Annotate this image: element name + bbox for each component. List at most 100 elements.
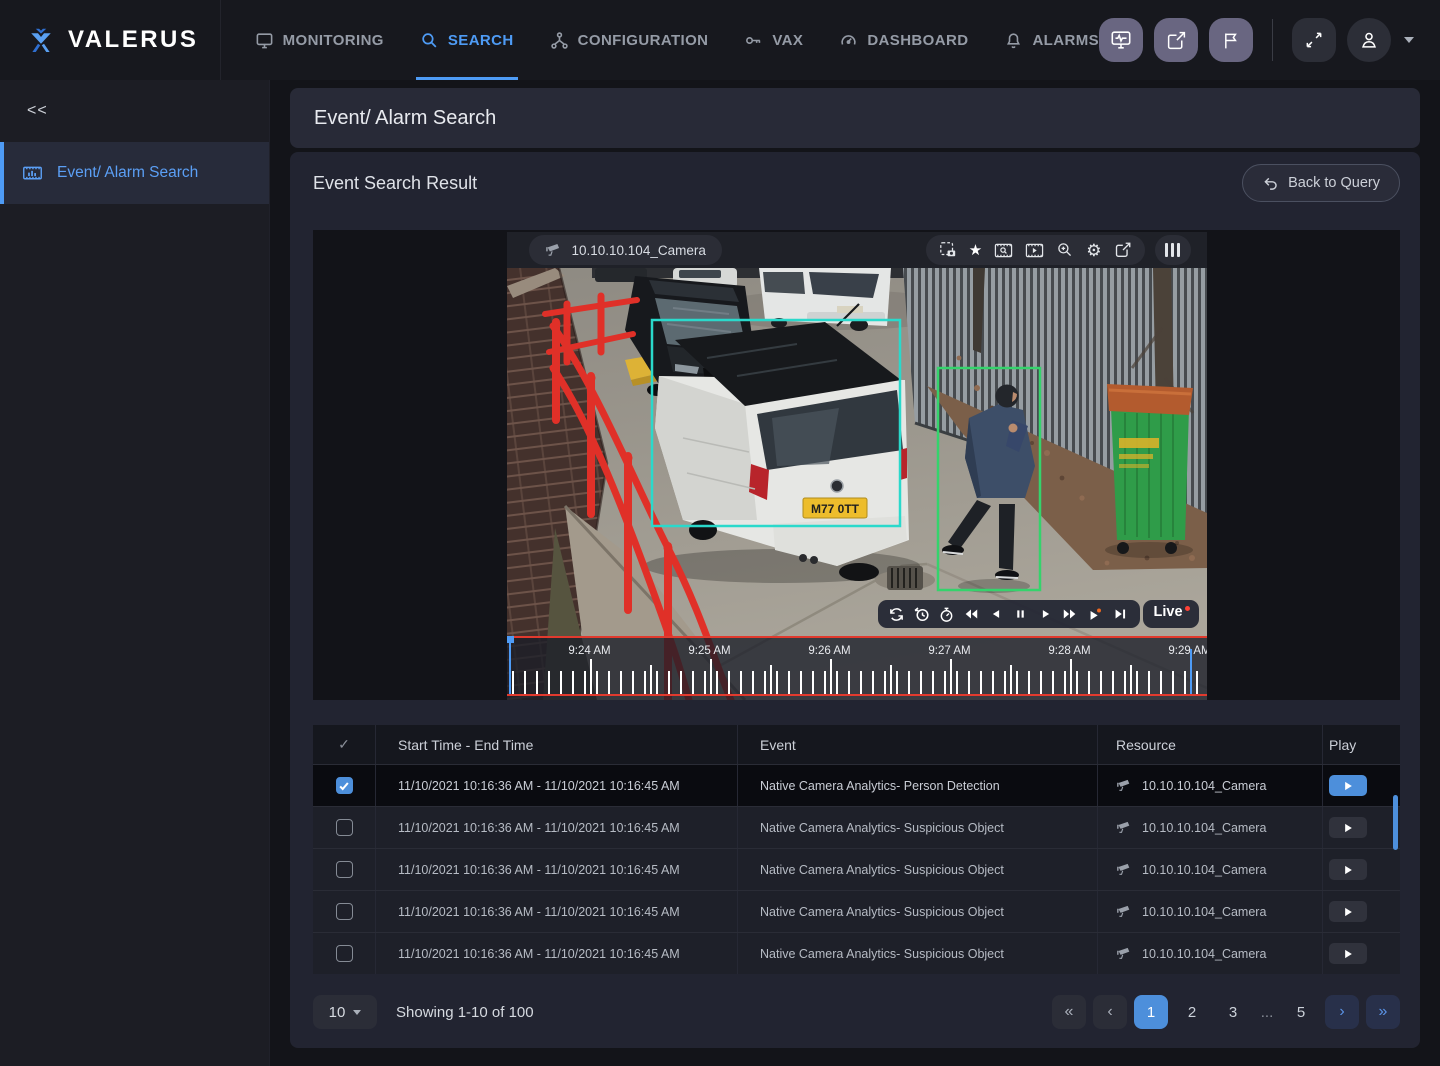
video-panel: 10.10.10.104_Camera ★ ⚙	[313, 230, 1400, 700]
timeline-playhead[interactable]	[1190, 649, 1193, 694]
main-nav: MONITORING SEARCH CONFIGURATION VAX DASH…	[221, 0, 1099, 80]
nav-item-search[interactable]: SEARCH	[420, 0, 514, 80]
header-event: Event	[737, 725, 1097, 764]
row-time: 11/10/2021 10:16:36 AM - 11/10/2021 10:1…	[375, 891, 737, 932]
share-button[interactable]	[1154, 18, 1198, 62]
table-row[interactable]: 11/10/2021 10:16:36 AM - 11/10/2021 10:1…	[313, 848, 1400, 890]
jump-to-end-button[interactable]	[1109, 602, 1131, 626]
monitor-pulse-icon	[1110, 29, 1132, 51]
sidebar: << Event/ Alarm Search	[0, 80, 270, 1066]
result-header: Event Search Result Back to Query	[290, 152, 1420, 208]
zoom-in-button[interactable]	[1056, 241, 1074, 259]
row-play-button[interactable]	[1329, 775, 1367, 796]
nav-item-dashboard[interactable]: DASHBOARD	[839, 0, 968, 80]
row-time: 11/10/2021 10:16:36 AM - 11/10/2021 10:1…	[375, 933, 737, 974]
row-play-button[interactable]	[1329, 817, 1367, 838]
row-resource: 10.10.10.104_Camera	[1142, 863, 1266, 877]
nav-item-configuration[interactable]: CONFIGURATION	[550, 0, 709, 80]
first-page-button[interactable]: «	[1052, 995, 1086, 1029]
row-checkbox[interactable]	[336, 777, 353, 794]
fast-rewind-button[interactable]	[960, 602, 982, 626]
snapshot-button[interactable]	[939, 241, 957, 259]
instant-replay-button[interactable]	[911, 602, 933, 626]
sidebar-item-event-alarm-search[interactable]: Event/ Alarm Search	[0, 142, 269, 204]
undo-icon	[1262, 175, 1279, 192]
video-toolbar: ★ ⚙	[926, 235, 1145, 265]
next-page-button[interactable]: ›	[1325, 995, 1359, 1029]
page-button-3[interactable]: 3	[1216, 995, 1250, 1029]
fullscreen-button[interactable]	[1292, 18, 1336, 62]
timeline[interactable]: 9:24 AM9:25 AM9:26 AM9:27 AM9:28 AM9:29 …	[507, 636, 1207, 700]
sidebar-collapse-button[interactable]: <<	[0, 80, 269, 142]
events-table: ✓ Start Time - End Time Event Resource P…	[313, 725, 1400, 975]
nav-item-vax[interactable]: VAX	[744, 0, 803, 80]
table-row[interactable]: 11/10/2021 10:16:36 AM - 11/10/2021 10:1…	[313, 764, 1400, 806]
loop-button[interactable]	[886, 602, 908, 626]
key-icon	[744, 31, 763, 50]
camera-name: 10.10.10.104_Camera	[572, 243, 706, 258]
pause-button[interactable]	[1010, 602, 1032, 626]
layout-grip-button[interactable]	[1155, 235, 1191, 265]
row-checkbox[interactable]	[336, 903, 353, 920]
camera-name-pill: 10.10.10.104_Camera	[529, 235, 722, 265]
page-title-card: Event/ Alarm Search	[290, 88, 1420, 148]
row-event: Native Camera Analytics- Suspicious Obje…	[737, 807, 1097, 848]
fast-forward-button[interactable]	[1059, 602, 1081, 626]
sidebar-item-label: Event/ Alarm Search	[57, 164, 198, 182]
back-to-query-button[interactable]: Back to Query	[1242, 164, 1400, 202]
brand-name: VALERUS	[68, 26, 198, 54]
account-chevron-icon[interactable]	[1404, 37, 1414, 43]
nav-item-alarms[interactable]: ALARMS	[1004, 0, 1099, 80]
main-content: Event/ Alarm Search Event Search Result …	[270, 80, 1440, 1066]
live-indicator[interactable]: Live	[1143, 600, 1199, 628]
row-time: 11/10/2021 10:16:36 AM - 11/10/2021 10:1…	[375, 765, 737, 806]
row-checkbox[interactable]	[336, 945, 353, 962]
settings-button[interactable]: ⚙	[1086, 242, 1101, 259]
search-icon	[420, 31, 439, 50]
row-checkbox[interactable]	[336, 861, 353, 878]
header-play: Play	[1322, 725, 1400, 764]
timeline-start-marker[interactable]	[509, 636, 512, 694]
cctv-camera-icon	[1116, 903, 1133, 920]
valerus-logo-icon	[26, 25, 56, 55]
page-title: Event/ Alarm Search	[314, 107, 496, 130]
table-row[interactable]: 11/10/2021 10:16:36 AM - 11/10/2021 10:1…	[313, 806, 1400, 848]
row-play-button[interactable]	[1329, 943, 1367, 964]
page-button-5[interactable]: 5	[1284, 995, 1318, 1029]
timer-button[interactable]	[935, 602, 957, 626]
play-speed-button[interactable]	[1084, 602, 1106, 626]
row-resource: 10.10.10.104_Camera	[1142, 947, 1266, 961]
prev-page-button[interactable]: ‹	[1093, 995, 1127, 1029]
video-wall-button[interactable]	[1099, 18, 1143, 62]
table-row[interactable]: 11/10/2021 10:16:36 AM - 11/10/2021 10:1…	[313, 890, 1400, 932]
export-button[interactable]	[1114, 241, 1132, 259]
nav-item-monitoring[interactable]: MONITORING	[255, 0, 384, 80]
bookmark-button[interactable]: ★	[969, 243, 982, 258]
archive-search-button[interactable]	[994, 241, 1013, 260]
license-plate: M77 0TT	[810, 502, 859, 516]
row-event: Native Camera Analytics- Suspicious Obje…	[737, 933, 1097, 974]
flag-button[interactable]	[1209, 18, 1253, 62]
brand-logo: VALERUS	[0, 0, 221, 80]
clip-play-button[interactable]	[1025, 241, 1044, 260]
pagination-summary: Showing 1-10 of 100	[396, 1004, 534, 1021]
row-play-button[interactable]	[1329, 859, 1367, 880]
table-header-row: ✓ Start Time - End Time Event Resource P…	[313, 725, 1400, 764]
star-icon: ★	[969, 243, 982, 258]
last-page-button[interactable]: »	[1366, 995, 1400, 1029]
page-button-1[interactable]: 1	[1134, 995, 1168, 1029]
play-button[interactable]	[1035, 602, 1057, 626]
step-back-button[interactable]	[985, 602, 1007, 626]
video-viewport[interactable]: M77 0TT	[507, 268, 1207, 700]
table-scrollbar[interactable]	[1393, 795, 1398, 850]
row-checkbox[interactable]	[336, 819, 353, 836]
timeline-red-line-bottom	[507, 694, 1207, 696]
row-play-button[interactable]	[1329, 901, 1367, 922]
table-row[interactable]: 11/10/2021 10:16:36 AM - 11/10/2021 10:1…	[313, 932, 1400, 974]
page-size-select[interactable]: 10	[313, 995, 377, 1029]
select-all-checkmark[interactable]: ✓	[338, 736, 350, 753]
account-button[interactable]	[1347, 18, 1391, 62]
page-button-2[interactable]: 2	[1175, 995, 1209, 1029]
result-title: Event Search Result	[313, 173, 477, 194]
page-ellipsis: ...	[1257, 995, 1277, 1029]
